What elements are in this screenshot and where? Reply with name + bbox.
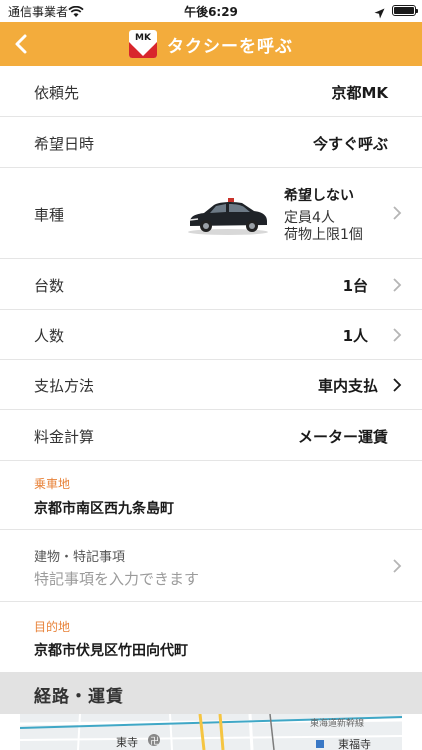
chevron-right-icon [393,278,402,292]
row-fare[interactable]: 料金計算 メーター運賃 [0,410,422,461]
page-title: タクシーを呼ぶ [167,36,293,57]
row-passengers[interactable]: 人数 1人 [0,310,422,360]
passengers-label: 人数 [34,327,65,345]
map-label-tofukuji: 東福寺 [338,738,371,750]
row-company[interactable]: 依頼先 京都MK [0,66,422,117]
svg-text:卍: 卍 [150,736,159,747]
location-arrow-icon [374,4,385,23]
payment-label: 支払方法 [34,377,95,395]
notes-label: 建物・特記事項 [34,550,126,565]
chevron-right-icon [393,378,402,392]
dropoff-address: 京都市伏見区竹田向代町 [34,643,188,659]
row-dropoff[interactable]: 目的地 京都市伏見区竹田向代町 [0,602,422,672]
nav-bar: MK タクシーを呼ぶ [0,22,422,66]
car-count-value: 1台 [342,277,368,295]
row-notes[interactable]: 建物・特記事項 特記事項を入力できます [0,530,422,602]
battery-icon [392,5,418,16]
vehicle-label: 車種 [34,206,65,224]
row-pickup[interactable]: 乗車地 京都市南区西九条島町 [0,461,422,530]
chevron-right-icon [393,559,402,573]
fare-value: メーター運賃 [297,428,388,446]
row-payment[interactable]: 支払方法 車内支払 [0,360,422,410]
vehicle-preference: 希望しない [284,188,354,204]
status-bar: 通信事業者 午後6:29 [0,0,422,22]
route-fare-header: 経路・運賃 [0,672,422,714]
car-count-label: 台数 [34,277,65,295]
payment-value: 車内支払 [317,377,378,395]
row-vehicle[interactable]: 車種 希望しない 定員4人 荷物上限1個 [0,168,422,259]
company-label: 依頼先 [34,84,80,102]
route-fare-title: 経路・運賃 [34,687,124,707]
vehicle-luggage: 荷物上限1個 [284,227,363,243]
nav-title-group: MK タクシーを呼ぶ [0,30,422,58]
mk-logo: MK [129,30,157,58]
mk-logo-text: MK [135,33,151,43]
map-label-rail: 東海道新幹線 [310,719,365,729]
pickup-label: 乗車地 [34,477,71,491]
row-car-count[interactable]: 台数 1台 [0,259,422,310]
datetime-label: 希望日時 [34,135,95,153]
company-value: 京都MK [331,84,388,102]
chevron-right-icon [393,328,402,342]
notes-input[interactable]: 特記事項を入力できます [34,568,199,589]
taxi-car-image [186,192,270,236]
passengers-value: 1人 [342,327,368,345]
route-map[interactable]: 卍 東寺 東福寺 東海道新幹線 [20,714,402,750]
dropoff-label: 目的地 [34,620,71,634]
fare-label: 料金計算 [34,428,95,446]
chevron-right-icon [393,206,402,220]
pickup-address: 京都市南区西九条島町 [34,501,174,517]
datetime-value: 今すぐ呼ぶ [312,135,388,153]
clock: 午後6:29 [184,5,238,19]
row-datetime[interactable]: 希望日時 今すぐ呼ぶ [0,117,422,168]
map-label-toji: 東寺 [116,736,138,749]
